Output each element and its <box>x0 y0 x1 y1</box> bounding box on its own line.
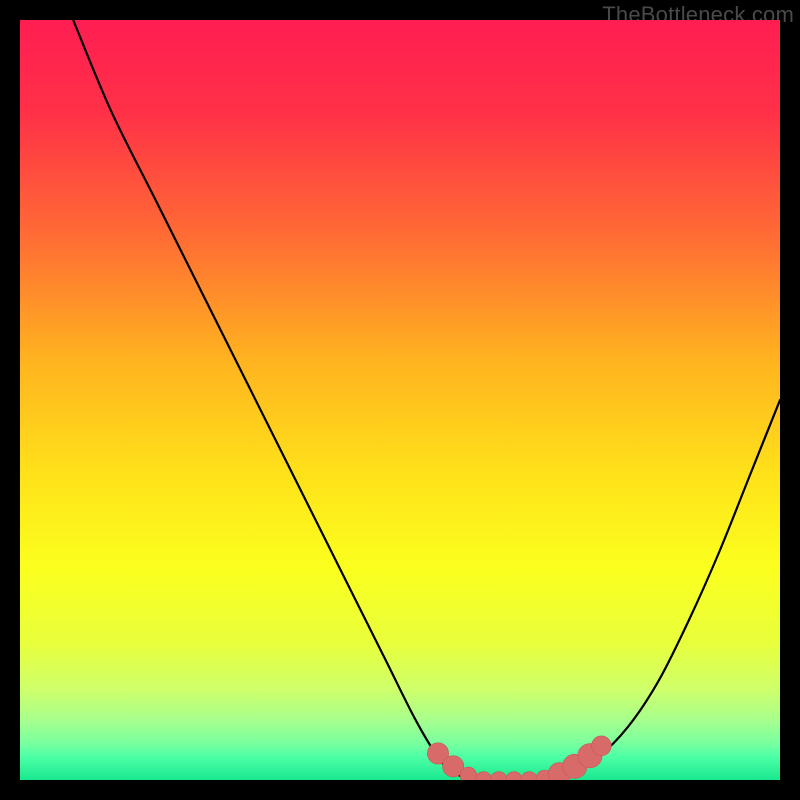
plot-area <box>20 20 780 780</box>
chart-stage: TheBottleneck.com <box>0 0 800 800</box>
curve-marker <box>592 736 612 756</box>
bottleneck-chart <box>20 20 780 780</box>
